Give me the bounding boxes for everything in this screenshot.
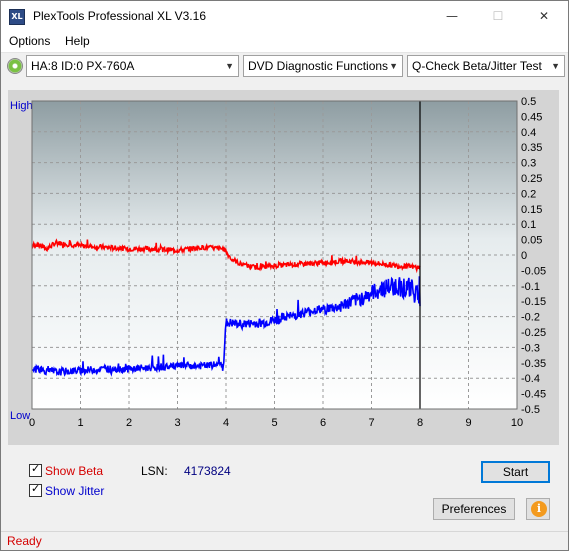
x-tick-label: 6	[320, 417, 326, 429]
menu-bar: Options Help	[1, 31, 568, 53]
x-tick-label: 5	[271, 417, 277, 429]
title-bar: XL PlexTools Professional XL V3.16 — ☐ ✕	[1, 1, 568, 31]
y-tick-label: -0.1	[521, 281, 540, 293]
x-tick-label: 10	[511, 417, 523, 429]
y-tick-label: -0.2	[521, 312, 540, 324]
y-tick-label: -0.4	[521, 373, 540, 385]
x-tick-label: 4	[223, 417, 229, 429]
x-tick-label: 8	[417, 417, 423, 429]
y-tick-label: 0.25	[521, 173, 542, 185]
function-select[interactable]: DVD Diagnostic Functions ▼	[243, 55, 403, 77]
controls-area: Show Beta Show Jitter LSN: 4173824 Start…	[1, 453, 568, 531]
y-tick-label: 0.5	[521, 96, 536, 108]
preferences-button[interactable]: Preferences	[433, 498, 515, 520]
y-tick-label: 0.35	[521, 142, 542, 154]
app-window: XL PlexTools Professional XL V3.16 — ☐ ✕…	[0, 0, 569, 551]
start-button[interactable]: Start	[481, 461, 550, 483]
chevron-down-icon: ▼	[389, 61, 398, 71]
y-tick-label: -0.25	[521, 327, 546, 339]
y-tick-label: -0.3	[521, 342, 540, 354]
drive-select-value: HA:8 ID:0 PX-760A	[31, 59, 135, 73]
y-tick-label: -0.15	[521, 296, 546, 308]
y-tick-label: 0.3	[521, 158, 536, 170]
x-tick-label: 2	[126, 417, 132, 429]
info-button[interactable]: i	[526, 498, 550, 520]
show-beta-label[interactable]: Show Beta	[45, 464, 103, 478]
y-tick-label: -0.5	[521, 404, 540, 416]
window-title: PlexTools Professional XL V3.16	[33, 9, 206, 23]
x-tick-label: 3	[174, 417, 180, 429]
info-icon: i	[531, 501, 547, 517]
x-tick-label: 1	[77, 417, 83, 429]
test-select[interactable]: Q-Check Beta/Jitter Test ▼	[407, 55, 565, 77]
chevron-down-icon: ▼	[551, 61, 560, 71]
chart-panel: 0 1 2 3 4 5 6 7 8 9 10 0.5 0.45 0.4 0.35 0.3 0.25 0.2 0.15…	[8, 90, 559, 445]
app-logo-icon: XL	[9, 9, 25, 25]
toolbar: HA:8 ID:0 PX-760A ▼ DVD Diagnostic Funct…	[1, 53, 568, 79]
menu-help[interactable]: Help	[65, 34, 90, 48]
test-select-value: Q-Check Beta/Jitter Test	[412, 59, 542, 73]
status-text: Ready	[7, 534, 42, 548]
low-label: Low	[10, 410, 30, 422]
beta-jitter-chart: 0 1 2 3 4 5 6 7 8 9 10 0.5 0.45 0.4 0.35 0.3 0.25 0.2 0.15…	[10, 96, 546, 429]
close-button[interactable]: ✕	[521, 1, 567, 31]
maximize-button[interactable]: ☐	[475, 1, 521, 31]
status-bar: Ready	[1, 531, 568, 550]
menu-options[interactable]: Options	[9, 34, 50, 48]
drive-select[interactable]: HA:8 ID:0 PX-760A ▼	[26, 55, 239, 77]
y-tick-label: 0.2	[521, 188, 536, 200]
show-jitter-checkbox[interactable]	[29, 482, 42, 497]
y-tick-label: 0	[521, 250, 527, 262]
y-tick-label: 0.1	[521, 219, 536, 231]
y-tick-label: -0.05	[521, 265, 546, 277]
show-beta-checkbox[interactable]	[29, 462, 42, 477]
y-tick-label: 0.45	[521, 111, 542, 123]
minimize-button[interactable]: —	[429, 1, 475, 31]
lsn-label: LSN:	[141, 464, 168, 478]
show-jitter-label[interactable]: Show Jitter	[45, 484, 104, 498]
function-select-value: DVD Diagnostic Functions	[248, 59, 389, 73]
y-tick-label: 0.15	[521, 204, 542, 216]
chevron-down-icon: ▼	[225, 61, 234, 71]
y-tick-label: -0.35	[521, 358, 546, 370]
x-tick-label: 9	[465, 417, 471, 429]
high-label: High	[10, 100, 33, 112]
y-tick-label: -0.45	[521, 389, 546, 401]
lsn-value: 4173824	[184, 464, 231, 478]
disc-drive-icon	[7, 58, 23, 74]
y-tick-label: 0.4	[521, 127, 536, 139]
y-tick-label: 0.05	[521, 235, 542, 247]
x-tick-label: 7	[368, 417, 374, 429]
